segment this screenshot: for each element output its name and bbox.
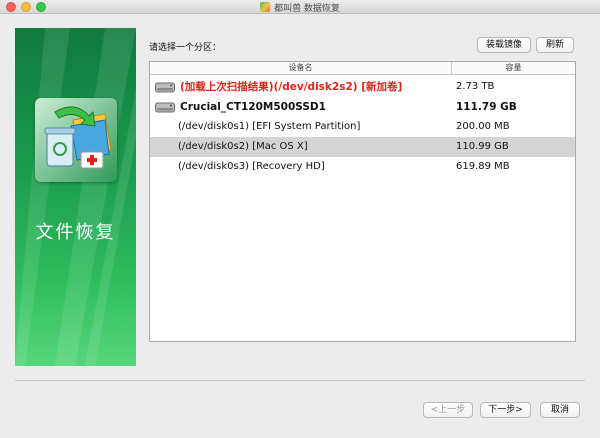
window-title-group: 都叫兽 数据恢复 bbox=[0, 0, 600, 14]
banner-light-rays bbox=[15, 28, 136, 366]
partition-name: (/dev/disk0s2) [Mac OS X] bbox=[178, 141, 308, 152]
partition-size: 2.73 TB bbox=[456, 81, 495, 92]
app-logo-icon bbox=[260, 2, 271, 12]
window-title: 都叫兽 数据恢复 bbox=[274, 3, 340, 14]
sidebar-banner: 文件恢复 bbox=[15, 28, 136, 366]
sidebar-caption: 文件恢复 bbox=[35, 222, 116, 243]
hard-disk-icon bbox=[155, 82, 175, 93]
load-image-button[interactable]: 装载镜像 bbox=[477, 37, 531, 53]
table-row[interactable]: (/dev/disk0s1) [EFI System Partition] 200… bbox=[150, 117, 575, 137]
footer-divider bbox=[15, 380, 585, 381]
partition-prompt: 请选择一个分区： bbox=[149, 43, 222, 53]
column-header-size[interactable]: 容量 bbox=[452, 62, 575, 74]
partition-size: 111.79 GB bbox=[456, 101, 517, 113]
table-row[interactable]: (/dev/disk0s3) [Recovery HD] 619.89 MB bbox=[150, 157, 575, 177]
table-row[interactable]: (/dev/disk0s2) [Mac OS X] 110.99 GB bbox=[150, 137, 575, 157]
partition-name: (/dev/disk0s3) [Recovery HD] bbox=[178, 161, 325, 172]
partition-table[interactable]: 设备名 容量 (加载上次扫描结果)(/dev/disk2s2) [新加卷] 2.7… bbox=[149, 61, 576, 342]
file-recovery-illustration-icon bbox=[35, 98, 117, 182]
table-row[interactable]: Crucial_CT120M500SSD1 111.79 GB bbox=[150, 97, 575, 117]
title-bar: 都叫兽 数据恢复 bbox=[0, 0, 600, 14]
partition-size: 110.99 GB bbox=[456, 141, 509, 152]
column-header-name[interactable]: 设备名 bbox=[150, 62, 452, 74]
partition-size: 200.00 MB bbox=[456, 121, 510, 132]
hard-disk-icon bbox=[155, 102, 175, 113]
cancel-button[interactable]: 取消 bbox=[540, 402, 580, 418]
prev-step-button[interactable]: <上一步 bbox=[423, 402, 473, 418]
partition-name: Crucial_CT120M500SSD1 bbox=[180, 101, 326, 113]
partition-name: (加载上次扫描结果)(/dev/disk2s2) [新加卷] bbox=[180, 81, 403, 93]
partition-name: (/dev/disk0s1) [EFI System Partition] bbox=[178, 121, 361, 132]
partition-size: 619.89 MB bbox=[456, 161, 510, 172]
table-header: 设备名 容量 bbox=[150, 62, 575, 75]
refresh-button[interactable]: 刷新 bbox=[536, 37, 574, 53]
table-row[interactable]: (加载上次扫描结果)(/dev/disk2s2) [新加卷] 2.73 TB bbox=[150, 77, 575, 97]
next-step-button[interactable]: 下一步> bbox=[480, 402, 531, 418]
